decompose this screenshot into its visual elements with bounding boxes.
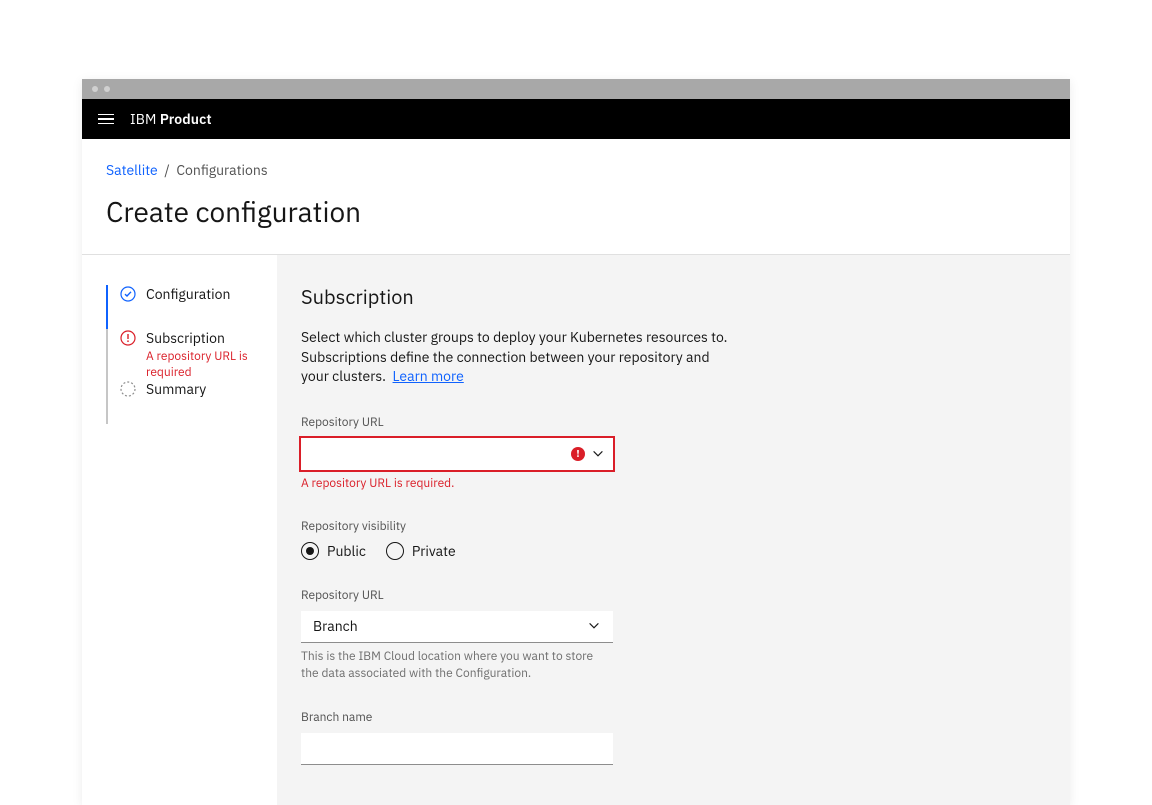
step-label: Summary [146, 380, 206, 398]
body: Configuration Subscription A repository … [82, 255, 1070, 805]
section-description-text: Select which cluster groups to deploy yo… [301, 328, 727, 385]
warning-icon [120, 330, 136, 346]
radio-private[interactable]: Private [386, 542, 456, 560]
field-label: Repository visibility [301, 519, 613, 534]
page-title: Create configuration [106, 193, 1046, 230]
learn-more-link[interactable]: Learn more [393, 367, 464, 385]
repository-url-combobox[interactable]: ! [301, 438, 613, 470]
window-titlebar [82, 79, 1070, 99]
branch-select[interactable]: Branch [301, 611, 613, 643]
breadcrumb-current: Configurations [176, 161, 267, 179]
breadcrumb-separator: / [161, 161, 176, 179]
brand: IBM Product [130, 110, 212, 128]
checkmark-outline-icon [120, 286, 136, 302]
app-header: IBM Product [82, 99, 1070, 139]
field-branch-name: Branch name [301, 710, 613, 765]
section-title: Subscription [301, 283, 1042, 310]
field-repository-url: Repository URL ! A repository URL is req… [301, 415, 613, 491]
step-summary[interactable]: Summary [106, 380, 277, 424]
section-description: Select which cluster groups to deploy yo… [301, 328, 731, 387]
field-error-text: A repository URL is required. [301, 476, 613, 491]
radio-icon [301, 542, 319, 560]
field-label: Repository URL [301, 588, 613, 603]
field-repository-visibility: Repository visibility Public Private [301, 519, 613, 560]
chevron-down-icon[interactable] [591, 447, 605, 461]
breadcrumb-root[interactable]: Satellite [106, 161, 158, 179]
step-label: Configuration [146, 285, 230, 303]
field-label: Repository URL [301, 415, 613, 430]
visibility-radio-group: Public Private [301, 542, 613, 560]
repository-url-input[interactable] [301, 438, 613, 470]
app-window: IBM Product Satellite / Configurations C… [82, 79, 1070, 805]
radio-label: Private [412, 542, 456, 560]
brand-name: Product [160, 110, 212, 128]
window-dot [104, 86, 110, 92]
window-dot [92, 86, 98, 92]
branch-name-input[interactable] [301, 733, 613, 765]
radio-label: Public [327, 542, 366, 560]
step-error-text: A repository URL is required [146, 349, 277, 380]
error-filled-icon: ! [571, 447, 585, 461]
incomplete-icon [120, 381, 136, 397]
menu-icon[interactable] [98, 114, 114, 125]
radio-icon [386, 542, 404, 560]
field-label: Branch name [301, 710, 613, 725]
chevron-down-icon [587, 619, 601, 633]
main-panel: Subscription Select which cluster groups… [277, 255, 1070, 805]
step-subscription[interactable]: Subscription A repository URL is require… [106, 329, 277, 380]
brand-prefix: IBM [130, 110, 156, 128]
step-label: Subscription [146, 329, 277, 347]
field-repository-url-select: Repository URL Branch This is the IBM Cl… [301, 588, 613, 683]
step-configuration[interactable]: Configuration [106, 285, 277, 329]
field-helper-text: This is the IBM Cloud location where you… [301, 649, 613, 683]
breadcrumb: Satellite / Configurations [106, 161, 1046, 179]
radio-public[interactable]: Public [301, 542, 366, 560]
progress-sidebar: Configuration Subscription A repository … [82, 255, 277, 805]
select-value: Branch [313, 617, 358, 635]
page-header: Satellite / Configurations Create config… [82, 139, 1070, 255]
